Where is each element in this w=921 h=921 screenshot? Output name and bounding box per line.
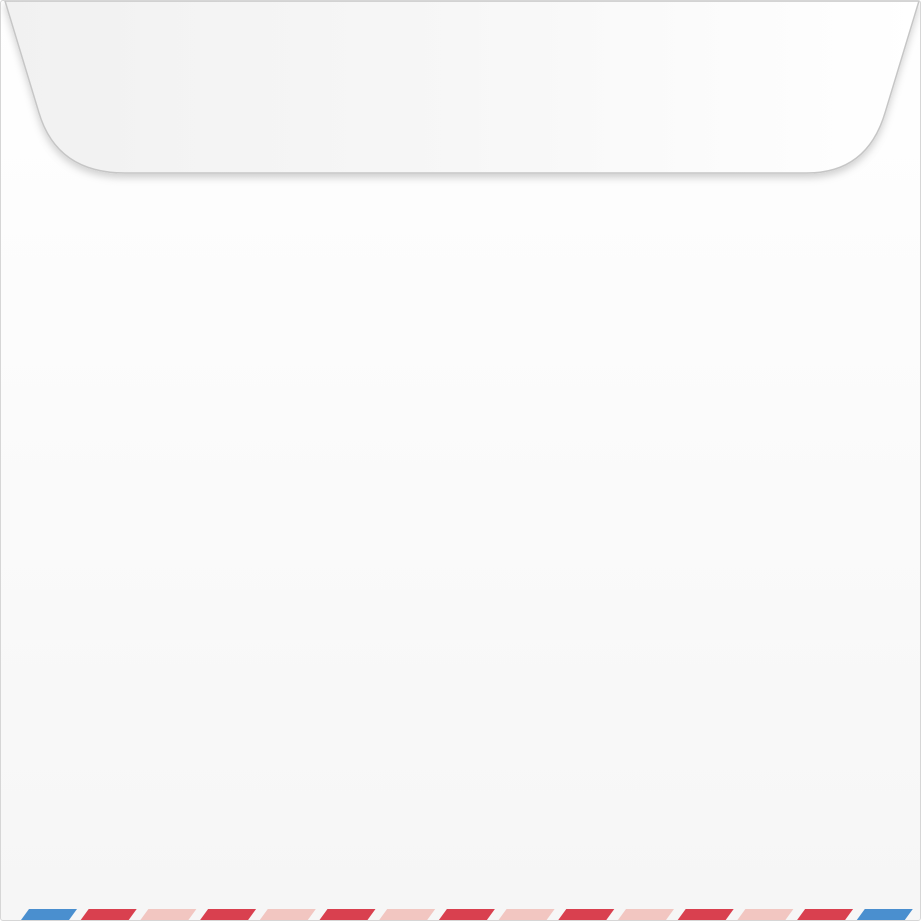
airmail-stripe-red xyxy=(797,909,854,920)
airmail-stripe-pink xyxy=(140,909,197,920)
airmail-stripe-red xyxy=(80,909,137,920)
airmail-stripe-pink xyxy=(498,909,555,920)
flap-shape xyxy=(4,1,920,174)
airmail-stripe-pink xyxy=(259,909,316,920)
envelope xyxy=(0,0,921,921)
envelope-flap xyxy=(4,1,920,174)
airmail-stripe-pink xyxy=(737,909,794,920)
airmail-stripe-red xyxy=(319,909,376,920)
airmail-stripe-pink xyxy=(379,909,436,920)
airmail-stripe-blue xyxy=(21,909,77,920)
airmail-stripe-red xyxy=(438,909,495,920)
airmail-stripe-border xyxy=(21,909,913,920)
airmail-stripe-blue xyxy=(856,909,913,920)
airmail-stripe-red xyxy=(200,909,257,920)
airmail-stripe-red xyxy=(677,909,734,920)
airmail-stripe-red xyxy=(558,909,615,920)
airmail-stripe-pink xyxy=(618,909,674,920)
